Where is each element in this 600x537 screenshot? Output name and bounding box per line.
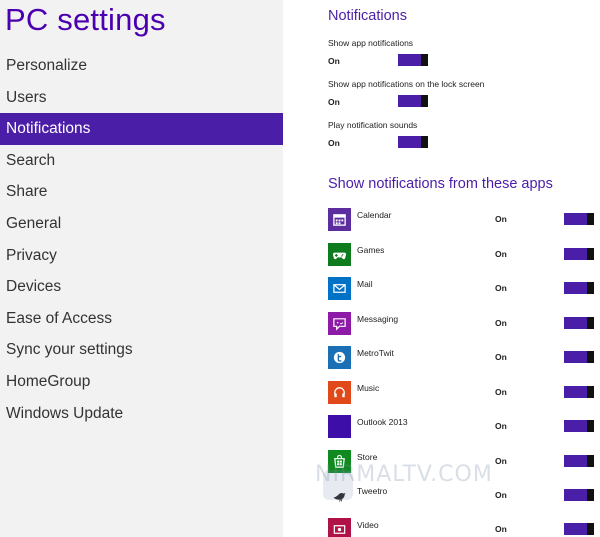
app-title: PC settings bbox=[5, 2, 166, 37]
nav-item-sync-your-settings[interactable]: Sync your settings bbox=[0, 334, 283, 366]
show-app-notifications-toggle[interactable] bbox=[398, 54, 428, 66]
app-name: MetroTwit bbox=[357, 348, 394, 358]
app-state: On bbox=[495, 318, 507, 328]
app-state: On bbox=[495, 456, 507, 466]
app-row-messaging: Messaging On bbox=[328, 312, 600, 336]
outlook-2013-notifications-toggle[interactable] bbox=[564, 420, 594, 432]
messaging-icon bbox=[328, 312, 351, 335]
app-state: On bbox=[495, 352, 507, 362]
toggle-thumb bbox=[587, 317, 594, 329]
app-state: On bbox=[495, 283, 507, 293]
setting-label: Play notification sounds bbox=[328, 120, 418, 130]
app-row-games: Games On bbox=[328, 243, 600, 267]
app-name: Tweetro bbox=[357, 486, 388, 496]
settings-nav: Personalize Users Notifications Search S… bbox=[0, 50, 283, 429]
app-state: On bbox=[495, 524, 507, 534]
app-row-music: Music On bbox=[328, 381, 600, 405]
navigation-pane: PC settings Personalize Users Notificati… bbox=[0, 0, 283, 537]
nav-item-windows-update[interactable]: Windows Update bbox=[0, 398, 283, 430]
watermark-logo bbox=[323, 470, 353, 500]
tweetro-notifications-toggle[interactable] bbox=[564, 489, 594, 501]
metrotwit-icon bbox=[328, 346, 351, 369]
setting-lock-screen-notifications: Show app notifications on the lock scree… bbox=[328, 79, 588, 109]
outlook-icon bbox=[328, 415, 351, 438]
nav-item-notifications[interactable]: Notifications bbox=[0, 113, 283, 145]
nav-item-search[interactable]: Search bbox=[0, 145, 283, 177]
apps-section-title: Show notifications from these apps bbox=[328, 176, 553, 192]
music-notifications-toggle[interactable] bbox=[564, 386, 594, 398]
toggle-thumb bbox=[587, 420, 594, 432]
play-notification-sounds-toggle[interactable] bbox=[398, 136, 428, 148]
toggle-thumb bbox=[587, 455, 594, 467]
nav-item-share[interactable]: Share bbox=[0, 176, 283, 208]
app-name: Messaging bbox=[357, 314, 399, 324]
games-notifications-toggle[interactable] bbox=[564, 248, 594, 260]
nav-item-ease-of-access[interactable]: Ease of Access bbox=[0, 303, 283, 335]
app-state: On bbox=[495, 421, 507, 431]
calendar-icon bbox=[328, 208, 351, 231]
store-notifications-toggle[interactable] bbox=[564, 455, 594, 467]
nav-item-homegroup[interactable]: HomeGroup bbox=[0, 366, 283, 398]
setting-show-app-notifications: Show app notifications On bbox=[328, 38, 588, 68]
nav-item-general[interactable]: General bbox=[0, 208, 283, 240]
metrotwit-notifications-toggle[interactable] bbox=[564, 351, 594, 363]
nav-item-users[interactable]: Users bbox=[0, 82, 283, 114]
app-state: On bbox=[495, 249, 507, 259]
video-icon bbox=[328, 518, 351, 537]
toggle-thumb bbox=[587, 489, 594, 501]
app-name: Video bbox=[357, 520, 379, 530]
toggle-state: On bbox=[328, 138, 340, 148]
mail-icon bbox=[328, 277, 351, 300]
app-row-store: Store On bbox=[328, 450, 600, 474]
app-state: On bbox=[495, 490, 507, 500]
setting-play-notification-sounds: Play notification sounds On bbox=[328, 120, 588, 150]
notifications-title: Notifications bbox=[328, 8, 407, 24]
toggle-thumb bbox=[587, 386, 594, 398]
lock-screen-notifications-toggle[interactable] bbox=[398, 95, 428, 107]
toggle-thumb bbox=[421, 54, 428, 66]
notifications-pane: Notifications Show app notifications On … bbox=[283, 0, 600, 537]
toggle-thumb bbox=[587, 282, 594, 294]
mail-notifications-toggle[interactable] bbox=[564, 282, 594, 294]
toggle-thumb bbox=[587, 351, 594, 363]
toggle-thumb bbox=[587, 213, 594, 225]
app-row-metrotwit: MetroTwit On bbox=[328, 346, 600, 370]
setting-label: Show app notifications bbox=[328, 38, 414, 48]
app-name: Mail bbox=[357, 279, 373, 289]
app-name: Store bbox=[357, 452, 378, 462]
calendar-notifications-toggle[interactable] bbox=[564, 213, 594, 225]
nav-item-devices[interactable]: Devices bbox=[0, 271, 283, 303]
toggle-thumb bbox=[587, 248, 594, 260]
toggle-thumb bbox=[421, 136, 428, 148]
nav-item-privacy[interactable]: Privacy bbox=[0, 240, 283, 272]
app-name: Games bbox=[357, 245, 385, 255]
app-row-tweetro: Tweetro On bbox=[328, 484, 600, 508]
nav-item-personalize[interactable]: Personalize bbox=[0, 50, 283, 82]
toggle-state: On bbox=[328, 97, 340, 107]
app-state: On bbox=[495, 214, 507, 224]
messaging-notifications-toggle[interactable] bbox=[564, 317, 594, 329]
setting-label: Show app notifications on the lock scree… bbox=[328, 79, 485, 89]
games-icon bbox=[328, 243, 351, 266]
app-name: Music bbox=[357, 383, 380, 393]
app-row-outlook-2013: Outlook 2013 On bbox=[328, 415, 600, 439]
app-row-video: Video On bbox=[328, 518, 600, 537]
music-icon bbox=[328, 381, 351, 404]
toggle-thumb bbox=[587, 523, 594, 535]
app-state: On bbox=[495, 387, 507, 397]
app-row-mail: Mail On bbox=[328, 277, 600, 301]
app-row-calendar: Calendar On bbox=[328, 208, 600, 232]
toggle-state: On bbox=[328, 56, 340, 66]
app-name: Outlook 2013 bbox=[357, 417, 408, 427]
toggle-thumb bbox=[421, 95, 428, 107]
video-notifications-toggle[interactable] bbox=[564, 523, 594, 535]
app-name: Calendar bbox=[357, 210, 392, 220]
